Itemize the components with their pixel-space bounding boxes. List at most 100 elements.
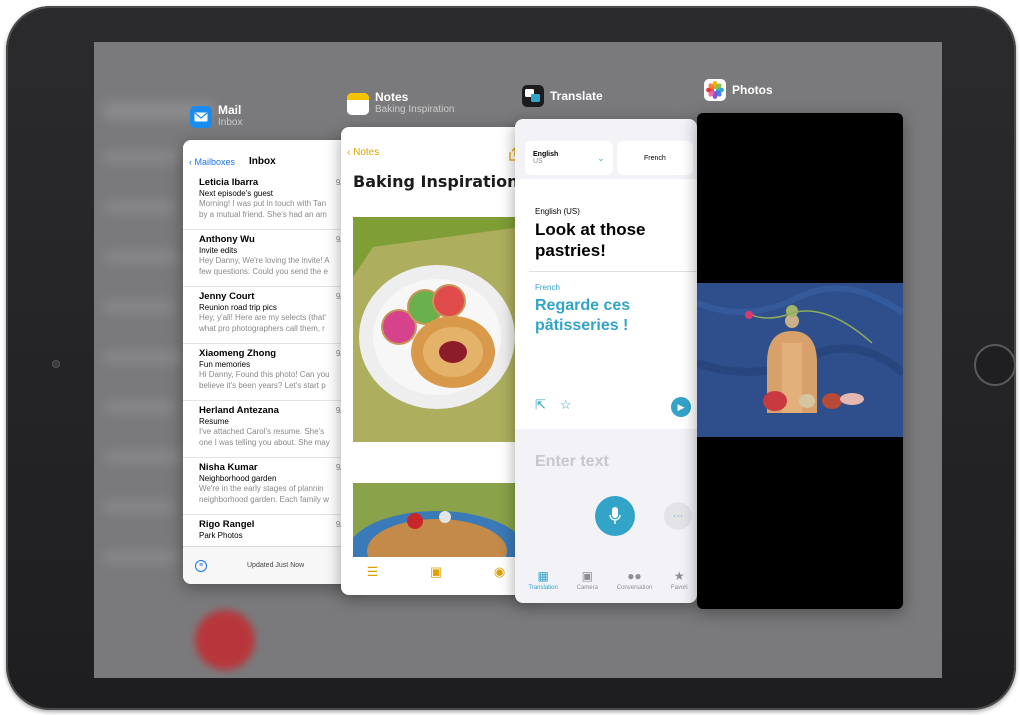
- message-subject: Next episode's guest: [199, 189, 274, 198]
- message-preview-line2: believe it's been years? Let's start p: [199, 381, 326, 390]
- mail-app-card[interactable]: ‹ Mailboxes Inbox Leticia Ibarra9/7Next …: [183, 140, 353, 584]
- message-subject: Neighborhood garden: [199, 474, 277, 483]
- mailboxes-back-button[interactable]: ‹ Mailboxes: [189, 157, 235, 167]
- mail-updated-status: Updated Just Now: [247, 562, 305, 569]
- tab-conversation-label: Conversation: [616, 585, 653, 591]
- message-sender: Nisha Kumar: [199, 462, 258, 473]
- people-icon: ●●: [627, 569, 642, 583]
- tab-translation[interactable]: ▦ Translation: [528, 569, 557, 591]
- mail-app-label[interactable]: Mail Inbox: [190, 104, 242, 129]
- mail-app-name: Mail: [218, 103, 242, 117]
- notes-nav-bar: ‹ Notes: [341, 127, 531, 164]
- mail-message-list: Leticia Ibarra9/7Next episode's guestMor…: [183, 173, 353, 572]
- tab-conversation[interactable]: ●● Conversation: [617, 569, 652, 591]
- mail-icon: [190, 105, 212, 128]
- message-preview-line1: Hey, y'all! Here are my selects (that': [199, 313, 326, 322]
- photos-app-label[interactable]: Photos: [704, 79, 773, 101]
- photos-app-name: Photos: [732, 82, 773, 97]
- checklist-icon[interactable]: ☰: [367, 564, 379, 580]
- mail-footer: ≡ Updated Just Now: [183, 546, 353, 584]
- source-language: English: [533, 151, 559, 158]
- markup-icon[interactable]: ◉: [494, 564, 505, 580]
- blurred-record-button: [195, 610, 255, 670]
- source-region: US: [533, 158, 543, 165]
- notes-app-name: Notes: [375, 90, 409, 104]
- message-subject: Reunion road trip pics: [199, 303, 277, 312]
- message-preview-line2: few questions: Could you send the e: [199, 267, 328, 276]
- note-title: Baking Inspiration: [353, 172, 519, 191]
- message-preview-line2: neighborhood garden. Each family w: [199, 495, 329, 504]
- translate-tab-bar: ▦ Translation ▣ Camera ●● Conversation ★ Fav…: [515, 557, 697, 603]
- target-language-picker[interactable]: French: [616, 141, 693, 175]
- translate-app-name: Translate: [550, 88, 603, 103]
- message-preview-line1: Morning! I was put in touch with Tan: [199, 199, 327, 208]
- translate-app-label[interactable]: Translate: [522, 85, 603, 107]
- target-language: French: [644, 154, 666, 162]
- message-preview-line1: Hey Danny, We're loving the invite! A: [199, 256, 330, 265]
- mailboxes-back-label: Mailboxes: [194, 156, 236, 167]
- divider: [529, 271, 697, 272]
- translate-app-card[interactable]: English US ⌄ French English (US) Look at…: [515, 119, 697, 603]
- message-subject: Invite edits: [199, 246, 238, 255]
- language-selector-row: English US ⌄ French: [515, 119, 697, 175]
- mail-message-row[interactable]: Nisha Kumar9/3Neighborhood gardenWe're i…: [183, 458, 353, 515]
- filter-icon[interactable]: ≡: [195, 559, 207, 572]
- mail-message-row[interactable]: Herland Antezana9/4ResumeI've attached C…: [183, 401, 353, 458]
- notes-app-subtitle: Baking Inspiration: [375, 104, 455, 115]
- message-sender: Leticia Ibarra: [199, 177, 259, 188]
- play-icon[interactable]: ▶: [671, 397, 691, 417]
- photos-icon: [704, 79, 726, 101]
- camera-icon[interactable]: ▣: [430, 564, 442, 580]
- message-preview-line2: what pro photographers call them, r: [199, 324, 325, 333]
- message-subject: Park Photos: [199, 531, 243, 540]
- source-language-label: English (US): [535, 207, 580, 216]
- notes-app-label[interactable]: Notes Baking Inspiration: [347, 91, 455, 116]
- notes-toolbar: ☰ ▣ ◉: [341, 549, 531, 595]
- still-life-photo: [697, 283, 903, 437]
- target-language-label: French: [535, 283, 560, 292]
- message-sender: Xiaomeng Zhong: [199, 348, 277, 359]
- notes-back-label: Notes: [353, 147, 380, 158]
- photos-app-card[interactable]: [697, 113, 903, 609]
- message-sender: Herland Antezana: [199, 405, 279, 416]
- message-preview-line2: one I was telling you about. She may: [199, 438, 330, 447]
- pastries-plate-photo: [353, 217, 521, 442]
- expand-icon[interactable]: ⇱: [535, 397, 546, 413]
- message-preview-line1: I've attached Carol's resume. She's: [199, 427, 325, 436]
- notes-back-button[interactable]: ‹ Notes: [347, 147, 379, 164]
- mail-app-subtitle: Inbox: [218, 117, 243, 128]
- tab-favorites-label: Favori: [670, 585, 688, 591]
- star-icon: ★: [673, 569, 685, 583]
- message-sender: Anthony Wu: [199, 234, 255, 245]
- source-text: Look at those pastries!: [535, 220, 646, 260]
- message-preview-line2: by a mutual friend. She's had an am: [199, 210, 327, 219]
- front-camera: [52, 360, 60, 368]
- translation-actions: ⇱ ☆: [535, 397, 572, 413]
- mail-message-row[interactable]: Leticia Ibarra9/7Next episode's guestMor…: [183, 173, 353, 230]
- microphone-button[interactable]: [595, 496, 635, 536]
- notes-app-card[interactable]: ‹ Notes Baking Inspiration ☰ ▣ ◉: [341, 127, 531, 595]
- mail-inbox-title: Inbox: [249, 156, 276, 167]
- camera-icon: ▣: [581, 569, 593, 583]
- mail-message-row[interactable]: Anthony Wu9/7Invite editsHey Danny, We'r…: [183, 230, 353, 287]
- message-subject: Fun memories: [199, 360, 251, 369]
- translate-icon: [522, 85, 544, 107]
- translated-text: Regarde ces pâtisseries !: [535, 297, 631, 334]
- message-subject: Resume: [199, 417, 229, 426]
- chevron-down-icon: ⌄: [597, 152, 605, 163]
- mail-message-row[interactable]: Xiaomeng Zhong9/5Fun memoriesHi Danny, F…: [183, 344, 353, 401]
- more-icon[interactable]: ⋯: [664, 502, 692, 530]
- notes-icon: [347, 92, 369, 115]
- mail-nav-bar: ‹ Mailboxes Inbox: [183, 140, 353, 173]
- tab-camera[interactable]: ▣ Camera: [577, 569, 598, 591]
- translation-icon: ▦: [537, 569, 549, 583]
- source-language-picker[interactable]: English US ⌄: [525, 141, 613, 175]
- star-icon[interactable]: ☆: [560, 397, 572, 413]
- translation-panel: English (US) Look at those pastries! Fre…: [515, 179, 697, 429]
- message-sender: Rigo Rangel: [199, 519, 255, 530]
- tab-favorites[interactable]: ★ Favori: [671, 569, 688, 591]
- home-button[interactable]: [974, 344, 1016, 386]
- enter-text-input[interactable]: Enter text: [535, 453, 609, 471]
- tab-translation-label: Translation: [528, 585, 558, 591]
- mail-message-row[interactable]: Jenny Court9/6Reunion road trip picsHey,…: [183, 287, 353, 344]
